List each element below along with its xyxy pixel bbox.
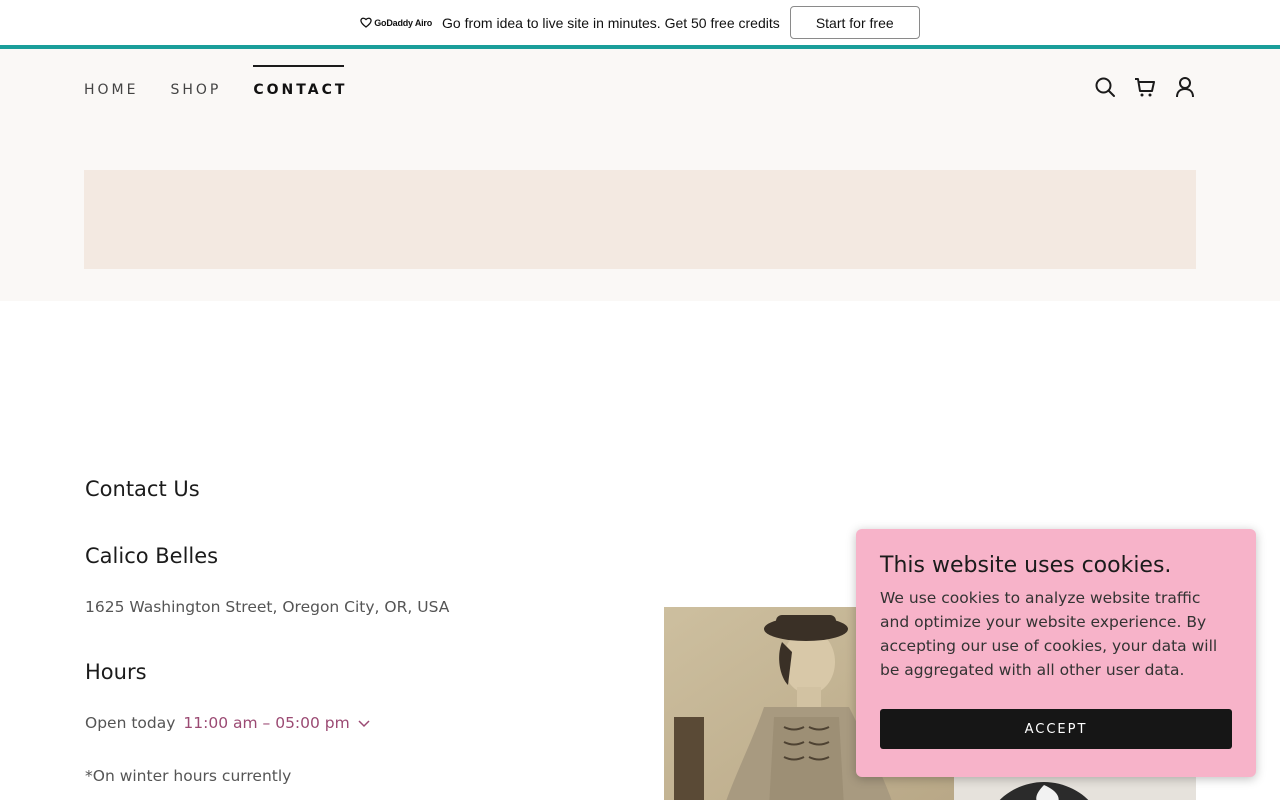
main-nav: HOME SHOP CONTACT bbox=[84, 65, 379, 98]
search-icon[interactable] bbox=[1094, 76, 1116, 98]
godaddy-airo-logo-text: GoDaddy Airo bbox=[374, 17, 433, 28]
godaddy-heart-icon bbox=[360, 17, 372, 28]
hours-heading: Hours bbox=[85, 660, 147, 684]
winter-hours-note: *On winter hours currently bbox=[85, 767, 292, 785]
promo-banner: GoDaddy Airo Go from idea to live site i… bbox=[0, 0, 1280, 45]
nav-item-shop[interactable]: SHOP bbox=[170, 65, 221, 98]
header-banner-placeholder bbox=[84, 170, 1196, 269]
contact-heading: Contact Us bbox=[85, 477, 200, 501]
cookie-consent-popup: This website uses cookies. We use cookie… bbox=[856, 529, 1256, 777]
business-name: Calico Belles bbox=[85, 544, 219, 568]
header-icons bbox=[1094, 76, 1196, 98]
open-today-label: Open today bbox=[85, 714, 176, 732]
cart-icon[interactable] bbox=[1134, 76, 1156, 98]
hours-value[interactable]: 11:00 am – 05:00 pm bbox=[183, 714, 349, 732]
start-for-free-button[interactable]: Start for free bbox=[789, 6, 920, 39]
promo-message: Go from idea to live site in minutes. Ge… bbox=[442, 14, 780, 31]
godaddy-airo-logo: GoDaddy Airo bbox=[360, 17, 432, 28]
nav-item-contact[interactable]: CONTACT bbox=[253, 65, 347, 98]
business-address: 1625 Washington Street, Oregon City, OR,… bbox=[85, 598, 450, 616]
chevron-down-icon[interactable] bbox=[358, 714, 370, 732]
accept-cookies-button[interactable]: ACCEPT bbox=[880, 709, 1232, 749]
cookie-title: This website uses cookies. bbox=[880, 553, 1172, 578]
account-icon[interactable] bbox=[1174, 76, 1196, 98]
nav-item-home[interactable]: HOME bbox=[84, 65, 138, 98]
hours-row[interactable]: Open today 11:00 am – 05:00 pm bbox=[85, 714, 370, 732]
cookie-body: We use cookies to analyze website traffi… bbox=[880, 589, 1218, 679]
site-header: HOME SHOP CONTACT bbox=[0, 49, 1280, 301]
